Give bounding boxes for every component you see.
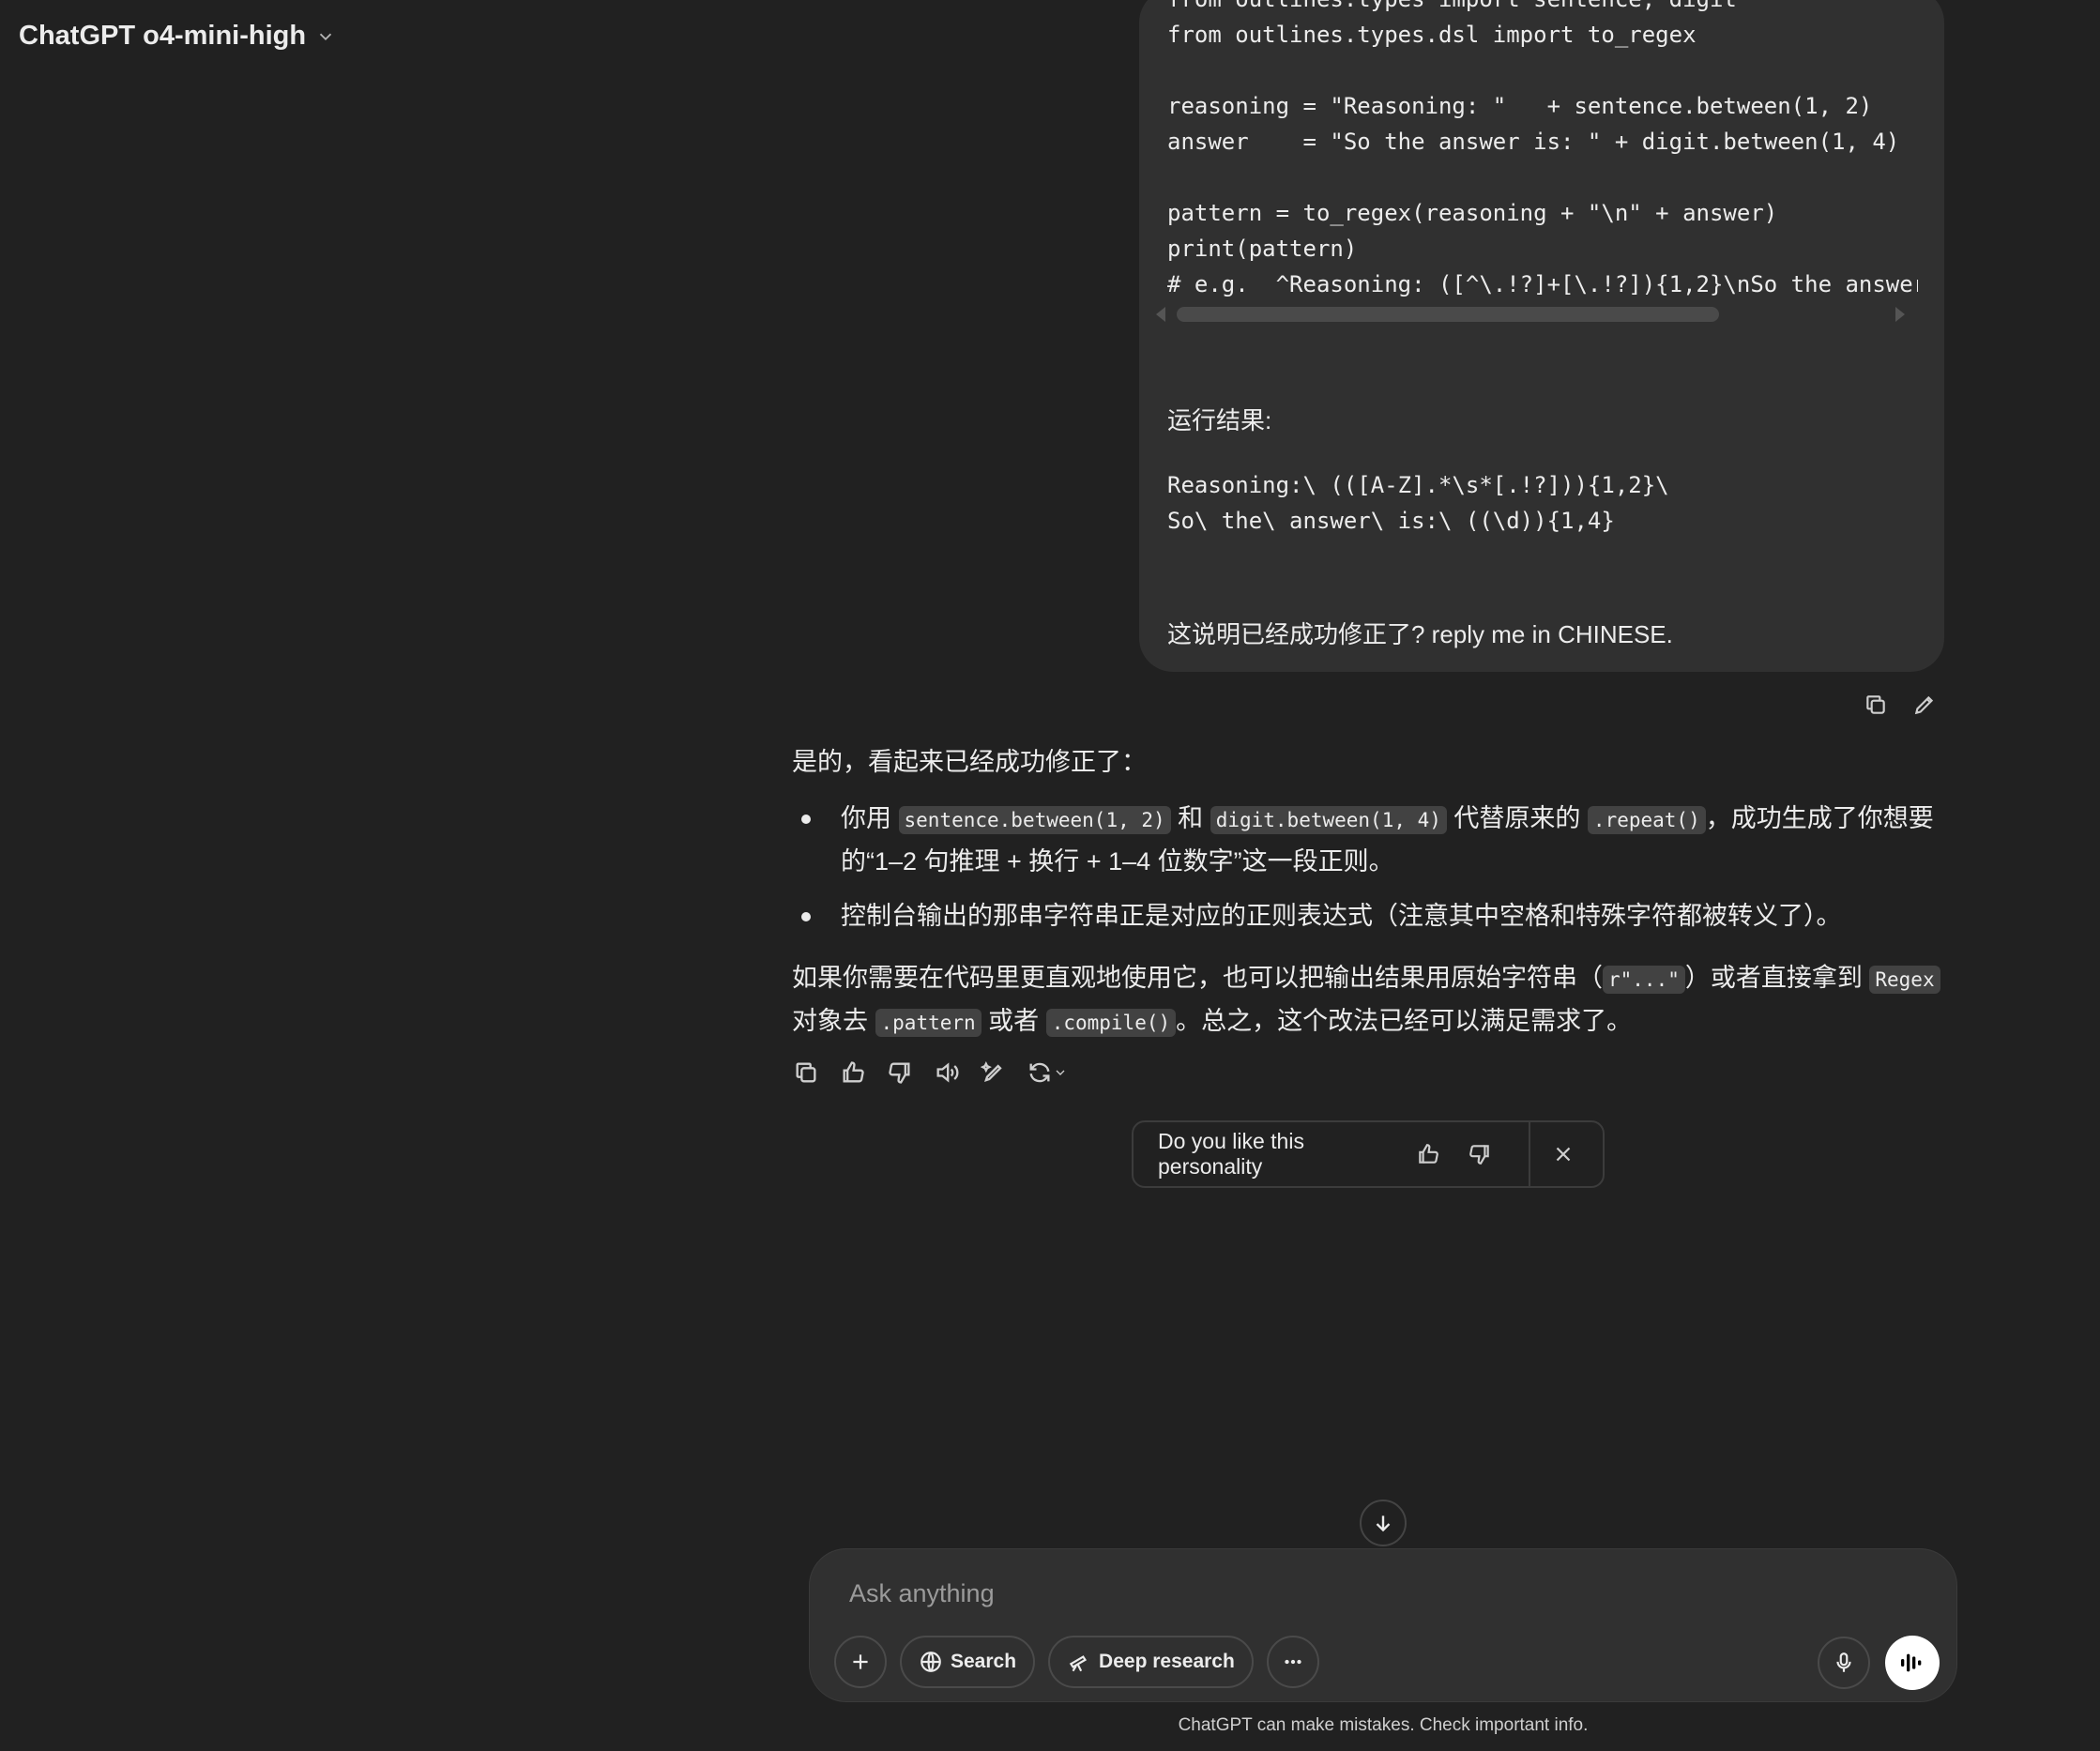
copy-button[interactable] [1862, 691, 1890, 719]
result-line: Reasoning:\ (([A-Z].*\s*[.!?])){1,2}\ [1167, 472, 1669, 498]
pen-sparkle-icon [981, 1061, 1002, 1083]
prompt-input[interactable] [849, 1572, 1881, 1615]
microphone-icon [1836, 1652, 1851, 1672]
model-switcher[interactable]: ChatGPT o4-mini-high [19, 21, 336, 52]
thumbs-down-icon [1469, 1145, 1489, 1165]
globe-icon [921, 1652, 941, 1672]
chevron-down-icon [319, 33, 332, 40]
inline-code: .compile() [1045, 1009, 1177, 1037]
scroll-left-arrow[interactable] [1156, 307, 1165, 322]
composer-right-tools [1818, 1636, 1940, 1690]
search-button[interactable]: Search [900, 1636, 1036, 1688]
text: 代替原来的 [1446, 804, 1588, 832]
edit-button[interactable] [1910, 691, 1939, 719]
composer-tools: Search Deep research [834, 1636, 1319, 1688]
voice-mode-button[interactable] [1885, 1636, 1940, 1690]
thumbs-down-icon [889, 1062, 910, 1084]
assistant-intro: 是的，看起来已经成功修正了： [792, 748, 1147, 776]
text: 或者 [981, 1007, 1046, 1035]
more-tools-button[interactable] [1266, 1636, 1319, 1688]
assistant-actions [792, 1058, 1068, 1087]
user-message-actions [1862, 691, 1939, 719]
dismiss-feedback-button[interactable] [1551, 1140, 1576, 1168]
code-horizontal-scrollbar[interactable] [1150, 306, 1905, 323]
inline-code: digit.between(1, 4) [1210, 806, 1447, 834]
user-code-block: from outlines.types import sentence, dig… [1167, 0, 1918, 308]
chevron-down-icon [1056, 1070, 1065, 1075]
result-block: Reasoning:\ (([A-Z].*\s*[.!?])){1,2}\ So… [1167, 467, 1669, 539]
plus-icon [853, 1654, 868, 1669]
read-aloud-button[interactable] [933, 1058, 961, 1087]
code-line: from outlines.types.dsl import to_regex [1167, 22, 1697, 48]
code-line: answer = "So the answer is: " + digit.be… [1167, 129, 1900, 155]
copy-icon [796, 1062, 816, 1083]
arrow-down-icon [1376, 1515, 1391, 1532]
scroll-right-arrow[interactable] [1895, 307, 1905, 322]
text: ）或者直接拿到 [1684, 964, 1870, 992]
text: 。总之，这个改法已经可以满足需求了。 [1176, 1007, 1633, 1035]
text: 和 [1170, 804, 1210, 832]
thumbs-up-icon [843, 1061, 864, 1083]
deep-research-label: Deep research [1099, 1651, 1235, 1672]
dictate-button[interactable] [1818, 1637, 1870, 1689]
like-personality-button[interactable] [1415, 1140, 1440, 1168]
close-icon [1557, 1147, 1571, 1162]
chat-page: ChatGPT o4-mini-high from outlines.types… [0, 0, 2100, 1751]
personality-question: Do you like this personality [1158, 1129, 1304, 1179]
model-label: ChatGPT o4-mini-high [19, 21, 307, 51]
telescope-icon [1069, 1655, 1088, 1672]
scroll-to-bottom-button[interactable] [1360, 1500, 1407, 1546]
attach-button[interactable] [834, 1636, 887, 1688]
code-line: # e.g. ^Reasoning: ([^\.!?]+[\.!?]){1,2}… [1167, 271, 1918, 297]
assistant-message: 是的，看起来已经成功修正了： 你用 sentence.between(1, 2)… [792, 741, 1946, 1058]
inline-code: sentence.between(1, 2) [898, 806, 1171, 834]
code-line: from outlines.types import sentence, dig… [1167, 0, 1918, 17]
code-line: print(pattern) [1167, 236, 1358, 262]
text: 你用 [841, 804, 899, 832]
inline-code: .pattern [875, 1009, 982, 1037]
user-message-bubble: from outlines.types import sentence, dig… [1139, 0, 1944, 672]
speaker-icon [936, 1062, 959, 1083]
result-line: So\ the\ answer\ is:\ ((\d)){1,4} [1167, 508, 1615, 534]
run-result-label: 运行结果: [1167, 406, 1272, 434]
good-response-button[interactable] [839, 1058, 867, 1087]
code-line: pattern = to_regex(reasoning + "\n" + an… [1167, 200, 1778, 226]
deep-research-button[interactable]: Deep research [1048, 1636, 1254, 1688]
disclaimer: ChatGPT can make mistakes. Check importa… [1178, 1715, 1589, 1735]
ellipsis-icon [1285, 1659, 1301, 1665]
search-label: Search [951, 1651, 1017, 1672]
user-question: 这说明已经成功修正了? reply me in CHINESE. [1167, 620, 1673, 648]
inline-code: .repeat() [1587, 806, 1706, 834]
pencil-icon [1914, 695, 1934, 715]
text: 对象去 [792, 1007, 875, 1035]
copy-response-button[interactable] [792, 1058, 820, 1087]
copy-icon [1866, 695, 1885, 714]
text: 如果你需要在代码里更直观地使用它，也可以把输出结果用原始字符串（ [792, 964, 1603, 992]
inline-code: r"..." [1603, 966, 1685, 994]
bad-response-button[interactable] [886, 1058, 914, 1087]
composer: Search Deep research [809, 1548, 1957, 1702]
dislike-personality-button[interactable] [1467, 1140, 1492, 1168]
edit-canvas-button[interactable] [980, 1058, 1008, 1087]
waveform-icon [1901, 1653, 1922, 1672]
bullet-item: 控制台输出的那串字符串正是对应的正则表达式（注意其中空格和特殊字符都被转义了）。 [792, 895, 1946, 936]
regenerate-button[interactable] [1027, 1058, 1068, 1087]
refresh-icon [1029, 1062, 1050, 1083]
bullet-item: 你用 sentence.between(1, 2) 和 digit.betwee… [792, 798, 1946, 882]
assistant-paragraph: 如果你需要在代码里更直观地使用它，也可以把输出结果用原始字符串（ r"..." ）或… [792, 957, 1946, 1043]
code-line: reasoning = "Reasoning: " + sentence.bet… [1167, 93, 1873, 119]
personality-feedback: Do you like this personality [1132, 1120, 1605, 1188]
scrollbar-thumb[interactable] [1177, 307, 1719, 322]
thumbs-up-icon [1418, 1144, 1438, 1164]
assistant-bullets: 你用 sentence.between(1, 2) 和 digit.betwee… [792, 798, 1946, 936]
divider [1528, 1120, 1530, 1188]
inline-code: Regex [1869, 966, 1940, 994]
